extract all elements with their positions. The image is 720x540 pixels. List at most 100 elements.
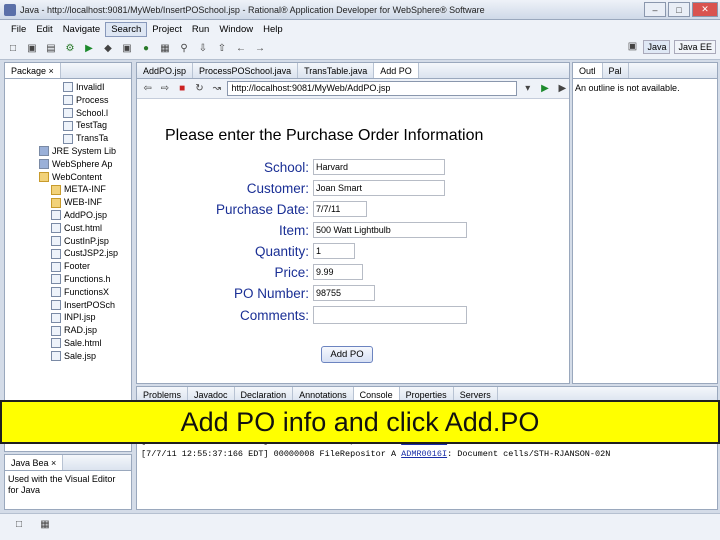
tab-add-po-browser[interactable]: Add PO — [374, 63, 419, 78]
perspective-javaee[interactable]: Java EE — [674, 40, 716, 54]
browser-stop-icon[interactable]: ■ — [176, 82, 189, 96]
console-message-link[interactable]: ADMR0016I — [401, 449, 447, 459]
tree-item[interactable]: INPI.jsp — [5, 311, 131, 324]
tree-item-label: InsertPOSch — [64, 299, 116, 310]
tree-item[interactable]: Footer — [5, 260, 131, 273]
fast-view-icon[interactable]: □ — [12, 518, 26, 532]
jsp-file-icon — [63, 133, 73, 144]
tree-item[interactable]: WebSphere Ap — [5, 158, 131, 171]
browser-forward-icon[interactable]: ⇨ — [158, 82, 171, 96]
outline-tabbar: Outl Pal — [573, 63, 717, 79]
jsp-file-icon — [51, 299, 61, 310]
java-beans-tabbar: Java Bea × — [5, 455, 131, 471]
form-input[interactable]: Harvard — [313, 159, 445, 175]
form-input[interactable] — [313, 306, 467, 324]
tab-palette[interactable]: Pal — [603, 63, 629, 78]
editor-area: AddPO.jsp ProcessPOSchool.java TransTabl… — [136, 62, 570, 384]
form-row: Purchase Date: 7/7/11 — [137, 201, 367, 217]
tree-item-label: RAD.jsp — [64, 325, 98, 336]
tree-item[interactable]: AddPO.jsp — [5, 209, 131, 222]
tree-item[interactable]: JRE System Lib — [5, 145, 131, 158]
browser-back-icon[interactable]: ⇦ — [141, 82, 154, 96]
menu-navigate[interactable]: Navigate — [58, 23, 106, 36]
back-icon[interactable]: ← — [234, 42, 248, 56]
external-tools-icon[interactable]: ◆ — [101, 42, 115, 56]
tree-item[interactable]: Process — [5, 94, 131, 107]
menu-file[interactable]: File — [6, 23, 31, 36]
form-input[interactable]: Joan Smart — [313, 180, 445, 196]
form-row: Customer: Joan Smart — [137, 180, 445, 196]
tree-item[interactable]: TransTa — [5, 132, 131, 145]
status-bar: □ ▦ — [0, 513, 720, 540]
page-title: Please enter the Purchase Order Informat… — [165, 127, 484, 144]
debug-icon[interactable]: ⚙ — [63, 42, 77, 56]
form-input[interactable]: 7/7/11 — [313, 201, 367, 217]
tree-item[interactable]: WebContent — [5, 171, 131, 184]
tree-item[interactable]: CustJSP2.jsp — [5, 247, 131, 260]
tab-outline[interactable]: Outl — [573, 63, 603, 78]
annotation-next-icon[interactable]: ⇩ — [196, 42, 210, 56]
annotation-prev-icon[interactable]: ⇧ — [215, 42, 229, 56]
browser-link-icon[interactable]: ↝ — [210, 82, 223, 96]
menu-help[interactable]: Help — [258, 23, 288, 36]
tree-item[interactable]: FunctionsX — [5, 286, 131, 299]
save-icon[interactable]: ▣ — [25, 42, 39, 56]
open-type-icon[interactable]: ▦ — [158, 42, 172, 56]
menu-search[interactable]: Search — [105, 21, 148, 37]
open-perspective-icon[interactable]: ▣ — [625, 40, 639, 54]
tree-item[interactable]: Functions.h — [5, 273, 131, 286]
add-po-button[interactable]: Add PO — [321, 346, 373, 363]
menu-edit[interactable]: Edit — [31, 23, 57, 36]
tree-item[interactable]: Cust.html — [5, 222, 131, 235]
web-page: Please enter the Purchase Order Informat… — [137, 99, 569, 383]
close-button[interactable]: ✕ — [692, 2, 718, 17]
tab-processposchool-java[interactable]: ProcessPOSchool.java — [193, 63, 299, 78]
tree-item[interactable]: Sale.html — [5, 337, 131, 350]
menu-project[interactable]: Project — [147, 23, 187, 36]
tree-item-label: InvalidI — [76, 82, 105, 92]
tab-transtable-java[interactable]: TransTable.java — [298, 63, 375, 78]
tab-package-explorer-label: Package — [11, 65, 47, 76]
menu-window[interactable]: Window — [214, 23, 258, 36]
tree-item-label: CustJSP2.jsp — [64, 248, 119, 259]
tree-item[interactable]: CustInP.jsp — [5, 235, 131, 248]
form-input[interactable]: 1 — [313, 243, 355, 259]
tab-package-explorer[interactable]: Package × — [5, 63, 61, 78]
new-class-icon[interactable]: ● — [139, 42, 153, 56]
browser-refresh-icon[interactable]: ↻ — [193, 82, 206, 96]
perspective-switcher: ▣ Java Java EE — [625, 40, 716, 54]
form-input[interactable]: 500 Watt Lightbulb — [313, 222, 467, 238]
tree-item-label: Sale.jsp — [64, 350, 97, 361]
tree-item[interactable]: Sale.jsp — [5, 350, 131, 363]
menu-run[interactable]: Run — [187, 23, 214, 36]
form-input[interactable]: 9.99 — [313, 264, 363, 280]
tree-item[interactable]: TestTag — [5, 119, 131, 132]
minimize-button[interactable]: – — [644, 2, 666, 17]
forward-icon[interactable]: → — [253, 42, 267, 56]
form-input[interactable]: 98755 — [313, 285, 375, 301]
tree-item[interactable]: School.l — [5, 107, 131, 120]
perspective-java[interactable]: Java — [643, 40, 671, 54]
java-app-icon — [4, 3, 16, 16]
print-icon[interactable]: ▤ — [44, 42, 58, 56]
search-icon[interactable]: ⚲ — [177, 42, 191, 56]
tree-item[interactable]: RAD.jsp — [5, 324, 131, 337]
tab-java-beans[interactable]: Java Bea × — [5, 455, 64, 470]
new-icon[interactable]: □ — [6, 42, 20, 56]
url-field[interactable]: http://localhost:9081/MyWeb/AddPO.jsp — [227, 81, 518, 96]
html-file-icon — [51, 274, 61, 285]
tree-item[interactable]: META-INF — [5, 183, 131, 196]
jsp-file-icon — [51, 261, 61, 272]
tree-item[interactable]: InvalidI — [5, 81, 131, 94]
tree-item-label: FunctionsX — [64, 286, 110, 297]
maximize-button[interactable]: □ — [668, 2, 690, 17]
browser-menu-icon[interactable]: ▶ — [556, 82, 569, 96]
tab-addpo-jsp[interactable]: AddPO.jsp — [137, 63, 194, 78]
browser-go-icon[interactable]: ▶ — [538, 82, 551, 96]
run-icon[interactable]: ▶ — [82, 42, 96, 56]
tree-item[interactable]: InsertPOSch — [5, 299, 131, 312]
form-label: Comments: — [239, 307, 309, 323]
url-dropdown-icon[interactable]: ▾ — [521, 82, 534, 96]
tree-item[interactable]: WEB-INF — [5, 196, 131, 209]
server-icon[interactable]: ▣ — [120, 42, 134, 56]
